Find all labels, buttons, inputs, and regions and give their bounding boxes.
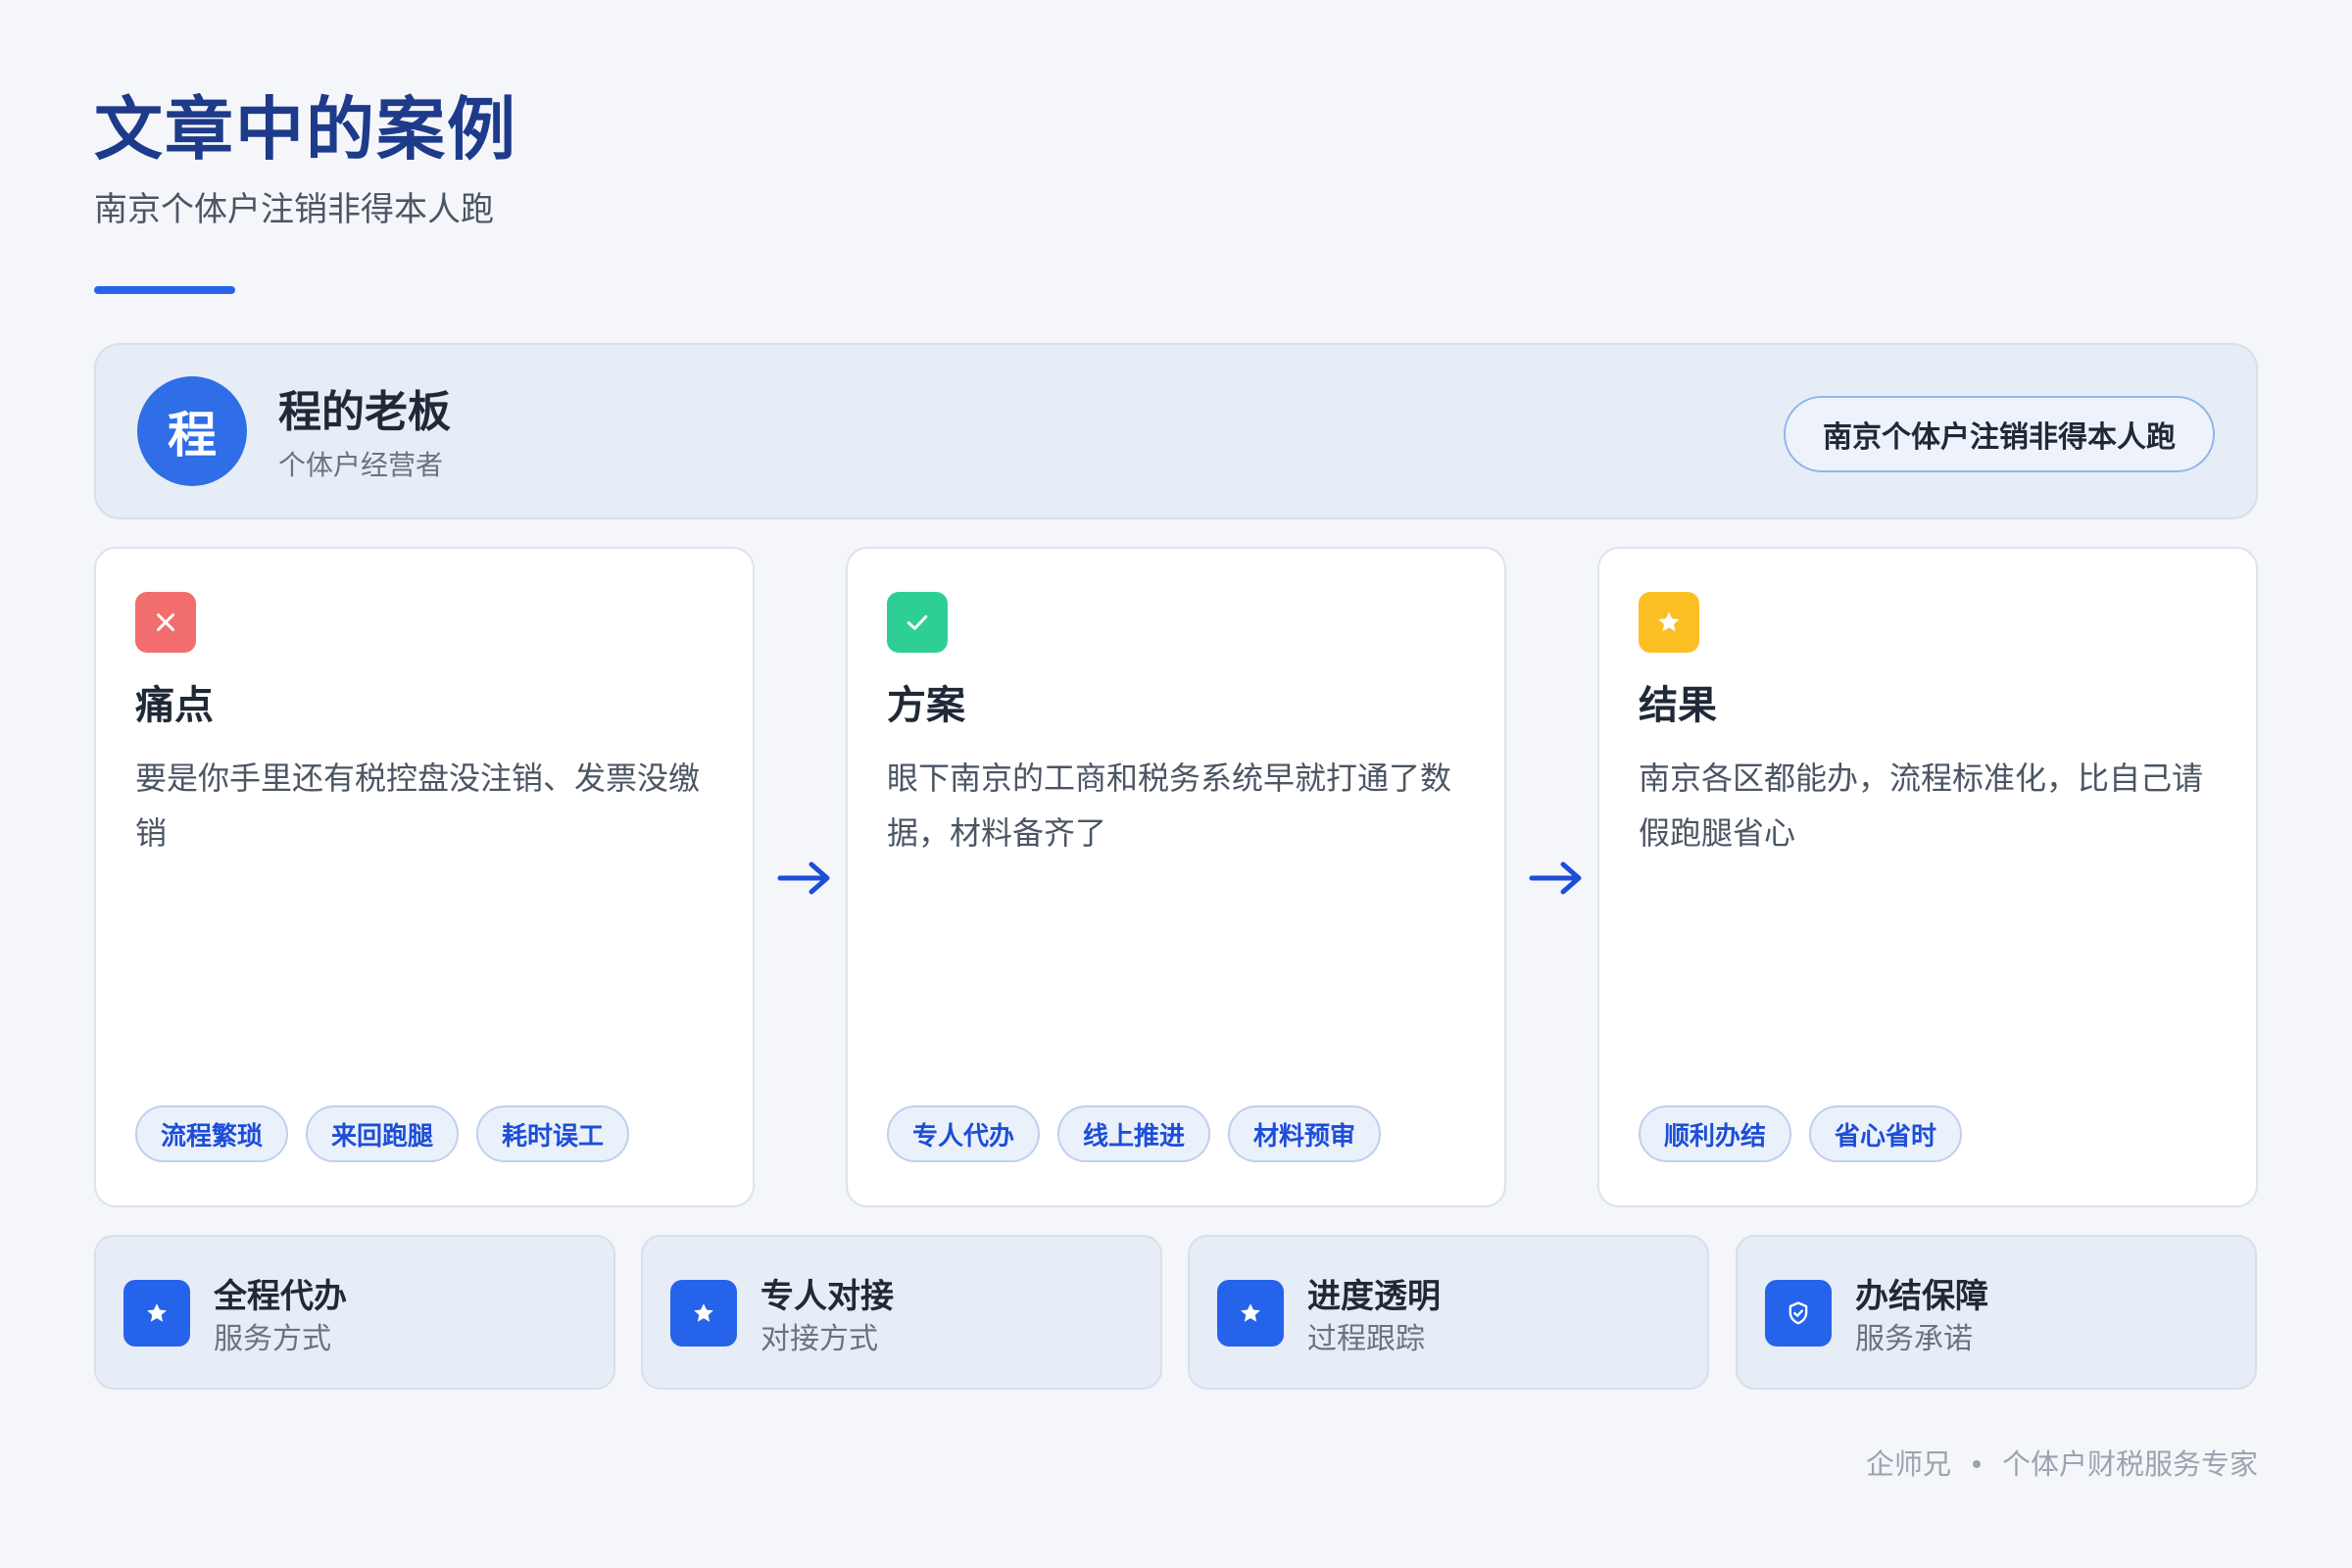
star-icon [670, 1280, 737, 1347]
tag-list: 流程繁琐 来回跑腿 耗时误工 [135, 1105, 630, 1162]
close-icon [135, 592, 196, 653]
card-text: 要是你手里还有税控盘没注销、发票没缴销 [135, 760, 701, 852]
footer-brand: 企师兄 [1865, 1447, 1951, 1481]
feature-item: 进度透明 过程跟踪 [1188, 1235, 1709, 1390]
arrow-right-icon [777, 861, 830, 895]
feature-item: 全程代办 服务方式 [94, 1235, 615, 1390]
tag: 省心省时 [1809, 1105, 1963, 1162]
feature-subtitle: 服务承诺 [1855, 1322, 1973, 1356]
tag: 材料预审 [1228, 1105, 1382, 1162]
shield-check-icon [1765, 1280, 1832, 1347]
accent-divider [94, 286, 235, 294]
card-text: 眼下南京的工商和税务系统早就打通了数据，材料备齐了 [887, 760, 1452, 852]
feature-item: 专人对接 对接方式 [641, 1235, 1162, 1390]
page-subtitle: 南京个体户注销非得本人跑 [94, 190, 494, 229]
feature-subtitle: 对接方式 [760, 1322, 878, 1356]
tag: 耗时误工 [476, 1105, 630, 1162]
footer: 企师兄 个体户财税服务专家 [1866, 1443, 2258, 1486]
page-title: 文章中的案例 [94, 89, 517, 170]
feature-title: 全程代办 [214, 1277, 347, 1316]
tag: 专人代办 [887, 1105, 1041, 1162]
author-name: 程的老板 [278, 387, 451, 437]
avatar: 程 [137, 376, 247, 486]
case-topic-badge: 南京个体户注销非得本人跑 [1784, 396, 2215, 472]
star-icon [123, 1280, 190, 1347]
check-icon [887, 592, 948, 653]
footer-tagline: 个体户财税服务专家 [2001, 1447, 2258, 1481]
feature-title: 专人对接 [760, 1277, 894, 1316]
arrow-right-icon [1529, 861, 1582, 895]
feature-title: 办结保障 [1855, 1277, 1988, 1316]
card-title: 方案 [887, 683, 965, 728]
author-panel: 程 程的老板 个体户经营者 南京个体户注销非得本人跑 [94, 343, 2258, 519]
card-title: 痛点 [135, 683, 214, 728]
feature-title: 进度透明 [1307, 1277, 1441, 1316]
card-title: 结果 [1639, 683, 1717, 728]
card-pain-point: 痛点 要是你手里还有税控盘没注销、发票没缴销 流程繁琐 来回跑腿 耗时误工 [94, 547, 755, 1207]
feature-subtitle: 过程跟踪 [1307, 1322, 1425, 1356]
feature-subtitle: 服务方式 [214, 1322, 331, 1356]
star-icon [1639, 592, 1699, 653]
card-text: 南京各区都能办，流程标准化，比自己请假跑腿省心 [1639, 760, 2204, 852]
footer-separator [1972, 1460, 1981, 1468]
tag: 顺利办结 [1639, 1105, 1792, 1162]
card-result: 结果 南京各区都能办，流程标准化，比自己请假跑腿省心 顺利办结 省心省时 [1597, 547, 2258, 1207]
tag-list: 顺利办结 省心省时 [1639, 1105, 1963, 1162]
card-solution: 方案 眼下南京的工商和税务系统早就打通了数据，材料备齐了 专人代办 线上推进 材… [846, 547, 1506, 1207]
author-role: 个体户经营者 [278, 449, 444, 481]
tag: 来回跑腿 [306, 1105, 460, 1162]
tag: 流程繁琐 [135, 1105, 289, 1162]
feature-item: 办结保障 服务承诺 [1736, 1235, 2257, 1390]
tag-list: 专人代办 线上推进 材料预审 [887, 1105, 1382, 1162]
star-icon [1217, 1280, 1284, 1347]
tag: 线上推进 [1057, 1105, 1211, 1162]
page: 文章中的案例 南京个体户注销非得本人跑 程 程的老板 个体户经营者 南京个体户注… [94, 0, 2258, 1568]
